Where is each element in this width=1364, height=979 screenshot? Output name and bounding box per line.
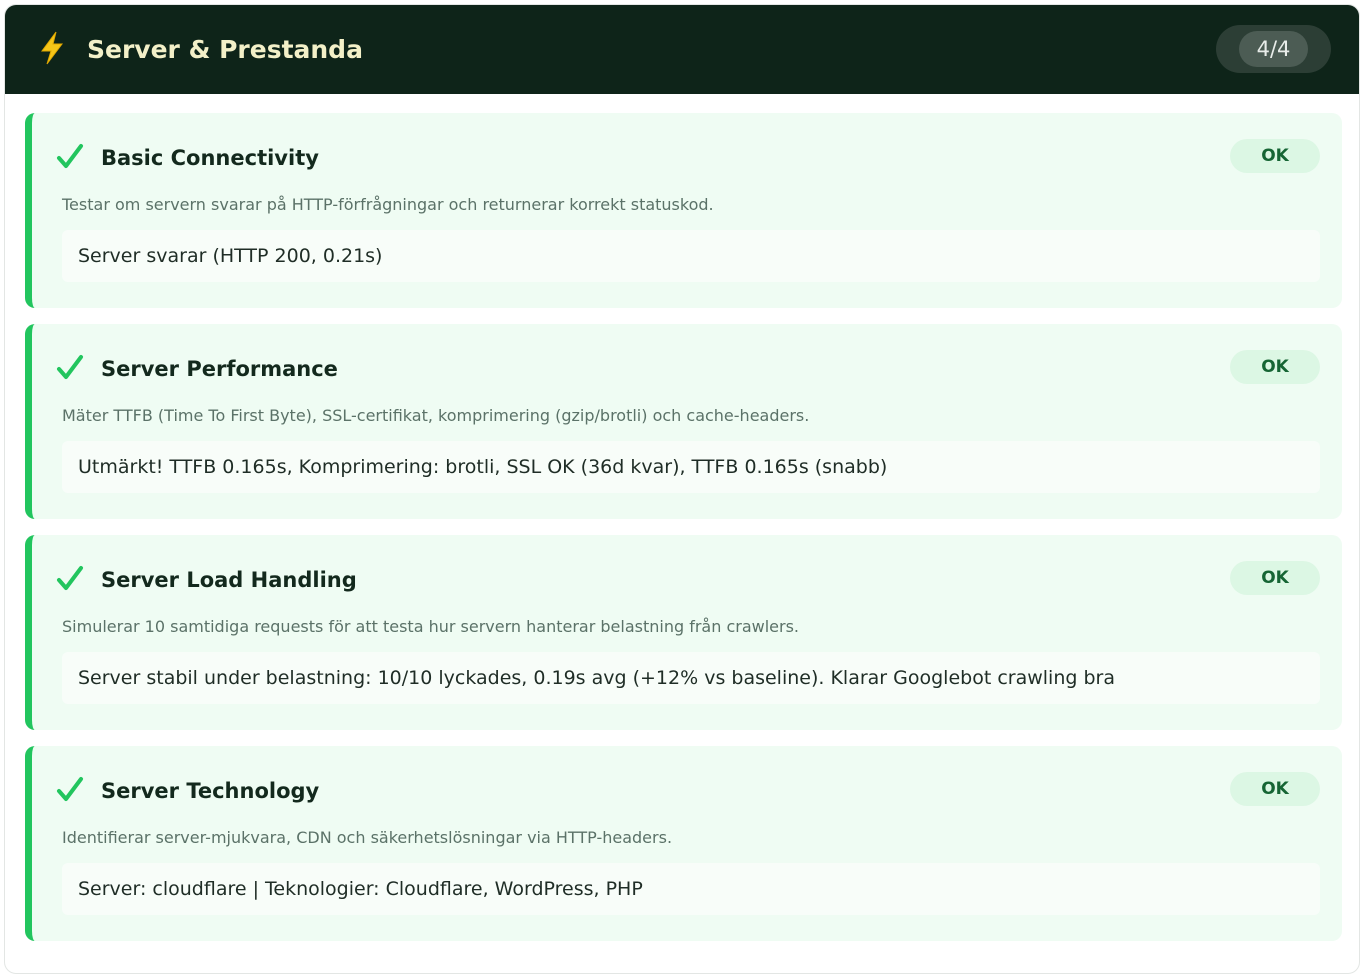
check-item-basic-connectivity: Basic Connectivity OK Testar om servern …: [25, 113, 1342, 308]
check-title: Basic Connectivity: [101, 146, 319, 170]
status-badge: OK: [1230, 561, 1320, 595]
check-result: Server stabil under belastning: 10/10 ly…: [62, 652, 1320, 704]
check-result: Server: cloudflare | Teknologier: Cloudf…: [62, 863, 1320, 915]
status-badge: OK: [1230, 350, 1320, 384]
check-icon: [57, 777, 83, 801]
check-count-value: 4/4: [1238, 31, 1309, 67]
check-result: Utmärkt! TTFB 0.165s, Komprimering: brot…: [62, 441, 1320, 493]
check-description: Simulerar 10 samtidiga requests för att …: [62, 617, 799, 636]
check-title: Server Load Handling: [101, 568, 357, 592]
lightning-bolt-icon: [41, 31, 63, 65]
check-title: Server Technology: [101, 779, 320, 803]
panel-title: Server & Prestanda: [87, 35, 363, 64]
check-description: Identifierar server-mjukvara, CDN och sä…: [62, 828, 673, 847]
panel-header[interactable]: Server & Prestanda 4/4: [5, 5, 1359, 94]
check-icon: [57, 144, 83, 168]
check-description: Mäter TTFB (Time To First Byte), SSL-cer…: [62, 406, 810, 425]
check-item-server-technology: Server Technology OK Identifierar server…: [25, 746, 1342, 941]
status-badge: OK: [1230, 139, 1320, 173]
check-icon: [57, 355, 83, 379]
check-result: Server svarar (HTTP 200, 0.21s): [62, 230, 1320, 282]
server-performance-panel: Server & Prestanda 4/4 Basic Connectivit…: [4, 4, 1360, 974]
check-description: Testar om servern svarar på HTTP-förfråg…: [62, 195, 714, 214]
check-title: Server Performance: [101, 357, 338, 381]
check-item-server-performance: Server Performance OK Mäter TTFB (Time T…: [25, 324, 1342, 519]
status-badge: OK: [1230, 772, 1320, 806]
check-item-server-load-handling: Server Load Handling OK Simulerar 10 sam…: [25, 535, 1342, 730]
check-list: Basic Connectivity OK Testar om servern …: [25, 113, 1342, 957]
check-count-badge: 4/4: [1216, 25, 1331, 73]
check-icon: [57, 566, 83, 590]
